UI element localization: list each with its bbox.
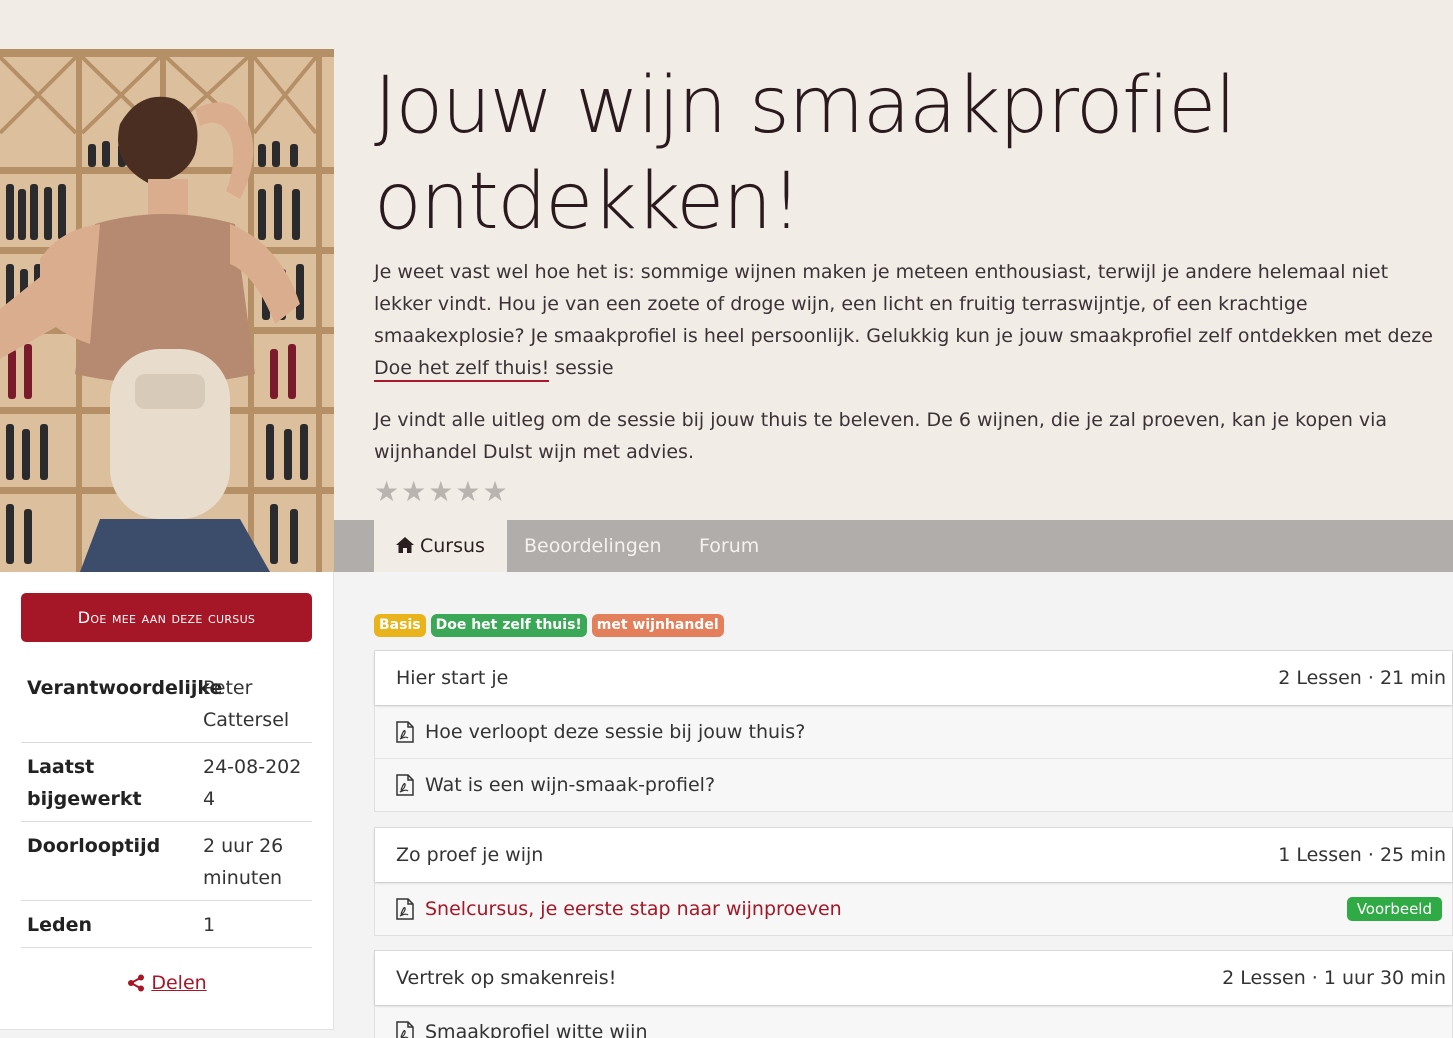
- share-icon: [127, 972, 151, 994]
- intro-link[interactable]: Doe het zelf thuis!: [374, 357, 550, 382]
- meta-row: Leden 1: [21, 901, 312, 948]
- star-icon: ★: [374, 475, 400, 508]
- section-header[interactable]: Zo proef je wijn 1 Lessen · 25 min: [375, 828, 1452, 882]
- tab-label: Cursus: [420, 535, 485, 557]
- page-title: Jouw wijn smaakprofiel ontdekken!: [374, 61, 1236, 247]
- star-icon: ★: [401, 475, 427, 508]
- meta-value: Peter Cattersel: [203, 677, 290, 731]
- course-meta-table: Verantwoordelijke Peter Cattersel Laatst…: [21, 664, 312, 948]
- section-meta: 1 Lessen · 25 min: [1278, 844, 1446, 866]
- tag-badge: Doe het zelf thuis!: [430, 614, 587, 637]
- meta-key: Doorlooptijd: [27, 835, 161, 857]
- meta-key: Laatst bijgewerkt: [27, 756, 142, 810]
- tab-label: Beoordelingen: [524, 535, 662, 557]
- meta-value: 24-08-2024: [203, 756, 302, 810]
- meta-value: 1: [203, 914, 216, 936]
- tab-beoordelingen[interactable]: Beoordelingen: [524, 520, 662, 572]
- lesson-title: Hoe verloopt deze sessie bij jouw thuis?: [425, 721, 806, 743]
- tag-badge: met wijnhandel: [591, 614, 724, 637]
- section-title: Zo proef je wijn: [396, 844, 544, 866]
- course-sidebar: Doe mee aan deze cursus Verantwoordelijk…: [0, 572, 334, 1030]
- join-course-button[interactable]: Doe mee aan deze cursus: [21, 593, 312, 642]
- top-strip: [0, 0, 1453, 49]
- meta-value: 2 uur 26 minuten: [203, 835, 284, 889]
- tab-forum[interactable]: Forum: [699, 520, 759, 572]
- section-header[interactable]: Vertrek op smakenreis! 2 Lessen · 1 uur …: [375, 951, 1452, 1005]
- section-title: Hier start je: [396, 667, 509, 689]
- lesson-title: Smaakprofiel witte wijn: [425, 1021, 648, 1038]
- pdf-file-icon: [396, 1021, 414, 1038]
- star-icon: ★: [455, 475, 481, 508]
- intro-paragraph-2: Je vindt alle uitleg om de sessie bij jo…: [374, 409, 1388, 463]
- course-tabs: Cursus Beoordelingen Forum: [334, 520, 1453, 572]
- tag-badge: Basis: [374, 614, 426, 637]
- intro-paragraph-1: Je weet vast wel hoe het is: sommige wij…: [374, 256, 1449, 384]
- section-title: Vertrek op smakenreis!: [396, 967, 617, 989]
- star-icon: ★: [482, 475, 508, 508]
- course-section: Zo proef je wijn 1 Lessen · 25 min Snelc…: [374, 827, 1453, 936]
- section-meta: 2 Lessen · 1 uur 30 min: [1222, 967, 1446, 989]
- tab-label: Forum: [699, 535, 760, 557]
- intro-text-end: sessie: [549, 357, 614, 379]
- course-section: Vertrek op smakenreis! 2 Lessen · 1 uur …: [374, 950, 1453, 1038]
- home-icon: [396, 534, 414, 558]
- lesson-item[interactable]: Snelcursus, je eerste stap naar wijnproe…: [375, 882, 1452, 935]
- meta-row: Doorlooptijd 2 uur 26 minuten: [21, 822, 312, 901]
- course-intro: Je weet vast wel hoe het is: sommige wij…: [374, 256, 1449, 488]
- lesson-title: Wat is een wijn-smaak-profiel?: [425, 774, 716, 796]
- share-label: Delen: [151, 972, 207, 994]
- pdf-file-icon: [396, 774, 414, 796]
- section-header[interactable]: Hier start je 2 Lessen · 21 min: [375, 651, 1452, 705]
- course-section: Hier start je 2 Lessen · 21 min Hoe verl…: [374, 650, 1453, 812]
- lesson-item[interactable]: Hoe verloopt deze sessie bij jouw thuis?: [375, 705, 1452, 758]
- meta-key: Leden: [27, 914, 93, 936]
- meta-key: Verantwoordelijke: [27, 677, 223, 699]
- rating-stars: ★ ★ ★ ★ ★: [374, 476, 508, 508]
- lesson-item[interactable]: Wat is een wijn-smaak-profiel?: [375, 758, 1452, 811]
- star-icon: ★: [428, 475, 454, 508]
- share-link[interactable]: Delen: [0, 972, 334, 994]
- lesson-title: Snelcursus, je eerste stap naar wijnproe…: [425, 898, 842, 920]
- section-meta: 2 Lessen · 21 min: [1278, 667, 1446, 689]
- pdf-file-icon: [396, 898, 414, 920]
- pdf-file-icon: [396, 721, 414, 743]
- hero-image: [0, 49, 334, 572]
- preview-badge[interactable]: Voorbeeld: [1346, 897, 1442, 921]
- course-tags: Basis Doe het zelf thuis! met wijnhandel: [374, 614, 724, 637]
- meta-row: Laatst bijgewerkt 24-08-2024: [21, 743, 312, 822]
- intro-text: Je weet vast wel hoe het is: sommige wij…: [374, 261, 1433, 347]
- meta-row: Verantwoordelijke Peter Cattersel: [21, 664, 312, 743]
- lesson-item[interactable]: Smaakprofiel witte wijn: [375, 1005, 1452, 1038]
- tab-cursus[interactable]: Cursus: [374, 520, 507, 572]
